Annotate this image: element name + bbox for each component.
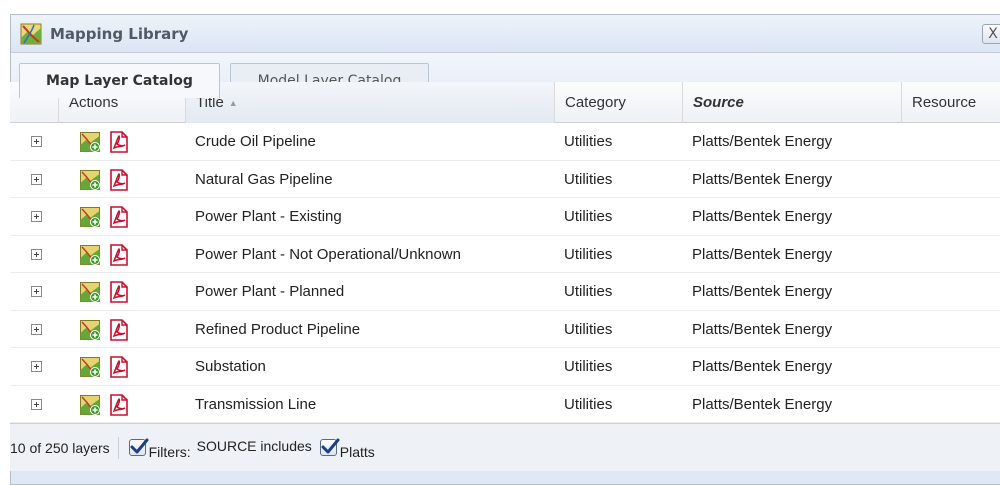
add-layer-icon[interactable] <box>80 319 100 340</box>
row-category: Utilities <box>564 358 613 376</box>
add-layer-icon[interactable] <box>80 132 100 152</box>
pdf-icon[interactable] <box>108 318 130 341</box>
row-source: Platts/Bentek Energy <box>692 245 833 263</box>
row-title: Refined Product Pipeline <box>195 320 361 338</box>
add-layer-icon[interactable] <box>80 169 100 190</box>
row-title: Crude Oil Pipeline <box>195 133 316 151</box>
row-category: Utilities <box>564 245 613 263</box>
row-source: Platts/Bentek Energy <box>692 133 833 151</box>
header-category-label: Category <box>565 94 626 111</box>
table-row[interactable]: Transmission Line Utilities Platts/Bentek … <box>10 385 1000 424</box>
row-source: Platts/Bentek Energy <box>692 170 833 188</box>
expand-plus-icon[interactable] <box>31 286 42 297</box>
expand-plus-icon[interactable] <box>31 248 42 260</box>
platts-filter-label: Platts <box>339 443 375 460</box>
layer-count: 10 of 250 layers <box>10 439 110 456</box>
sort-ascending-icon: ▲ <box>228 97 238 108</box>
row-title: Natural Gas Pipeline <box>195 170 333 188</box>
header-category[interactable]: Category <box>554 82 682 123</box>
pdf-icon[interactable] <box>108 356 130 378</box>
row-resource <box>901 311 1000 349</box>
window-titlebar[interactable]: Mapping Library X <box>11 15 1000 53</box>
add-layer-icon[interactable] <box>80 394 100 415</box>
checkmark-icon <box>130 438 149 454</box>
close-icon: X <box>988 26 998 42</box>
add-layer-icon[interactable] <box>80 207 100 227</box>
pdf-icon[interactable] <box>108 243 130 266</box>
pdf-icon[interactable] <box>108 281 130 303</box>
header-title[interactable]: Title ▲ <box>185 82 554 123</box>
row-resource <box>901 198 1000 236</box>
close-button[interactable]: X <box>982 24 1000 44</box>
row-resource <box>901 348 1000 386</box>
add-layer-icon[interactable] <box>80 244 100 265</box>
table-row[interactable]: Natural Gas Pipeline Utilities Platts/Bent… <box>10 160 1000 199</box>
table-row[interactable]: Power Plant - Not Operational/Unknown Uti… <box>10 235 1000 274</box>
header-resource-label: Resource <box>912 94 977 111</box>
row-source: Platts/Bentek Energy <box>692 283 833 301</box>
row-source: Platts/Bentek Energy <box>692 208 833 226</box>
table-row[interactable]: Power Plant - Planned Utilities Platts/Ben… <box>10 273 1000 311</box>
header-source-label: Source <box>693 94 744 111</box>
row-category: Utilities <box>564 320 613 338</box>
row-category: Utilities <box>564 133 613 151</box>
header-resource[interactable]: Resource <box>901 82 1000 123</box>
filters-label: Filters: <box>148 443 191 460</box>
row-resource <box>901 123 1000 161</box>
row-resource <box>901 386 1000 424</box>
row-source: Platts/Bentek Energy <box>692 358 833 376</box>
header-source[interactable]: Source <box>682 82 901 123</box>
row-title: Transmission Line <box>195 395 317 413</box>
row-resource <box>901 161 1000 199</box>
pdf-icon[interactable] <box>108 393 130 416</box>
table-row[interactable]: Substation Utilities Platts/Bentek Energy <box>10 348 1000 386</box>
filter-description: SOURCE includes <box>196 437 312 454</box>
row-source: Platts/Bentek Energy <box>692 395 833 413</box>
row-resource <box>901 236 1000 274</box>
add-layer-icon[interactable] <box>80 282 100 302</box>
pdf-icon[interactable] <box>108 131 130 153</box>
row-title: Power Plant - Not Operational/Unknown <box>195 245 461 263</box>
checkmark-icon <box>321 438 340 454</box>
row-title: Substation <box>195 358 266 376</box>
platts-filter-checkbox[interactable] <box>319 438 340 456</box>
row-resource <box>901 273 1000 311</box>
row-title: Power Plant - Existing <box>195 208 342 226</box>
expand-plus-icon[interactable] <box>31 398 42 410</box>
row-category: Utilities <box>564 395 613 413</box>
map-library-icon <box>20 23 42 45</box>
pdf-icon[interactable] <box>108 206 130 228</box>
table-row[interactable]: Power Plant - Existing Utilities Platts/Be… <box>10 198 1000 236</box>
footer-separator <box>117 436 119 459</box>
window-title: Mapping Library <box>50 24 189 43</box>
tab-map-layer-catalog[interactable]: Map Layer Catalog <box>19 63 220 98</box>
row-title: Power Plant - Planned <box>195 283 345 301</box>
row-category: Utilities <box>564 283 613 301</box>
pdf-icon[interactable] <box>108 168 130 191</box>
expand-plus-icon[interactable] <box>31 211 42 222</box>
row-source: Platts/Bentek Energy <box>692 320 833 338</box>
expand-plus-icon[interactable] <box>31 136 42 147</box>
add-layer-icon[interactable] <box>80 357 100 377</box>
table-row[interactable]: Refined Product Pipeline Utilities Platts/… <box>10 310 1000 349</box>
expand-plus-icon[interactable] <box>31 173 42 185</box>
filters-checkbox[interactable] <box>128 438 149 456</box>
row-category: Utilities <box>564 170 613 188</box>
expand-plus-icon[interactable] <box>31 361 42 372</box>
row-category: Utilities <box>564 208 613 226</box>
table-row[interactable]: Crude Oil Pipeline Utilities Platts/Bentek… <box>10 123 1000 161</box>
layer-grid-body: Crude Oil Pipeline Utilities Platts/Bentek… <box>10 123 1000 423</box>
expand-plus-icon[interactable] <box>31 323 42 335</box>
grid-footer: 10 of 250 layers Filters: SOURCE include… <box>10 423 1000 471</box>
